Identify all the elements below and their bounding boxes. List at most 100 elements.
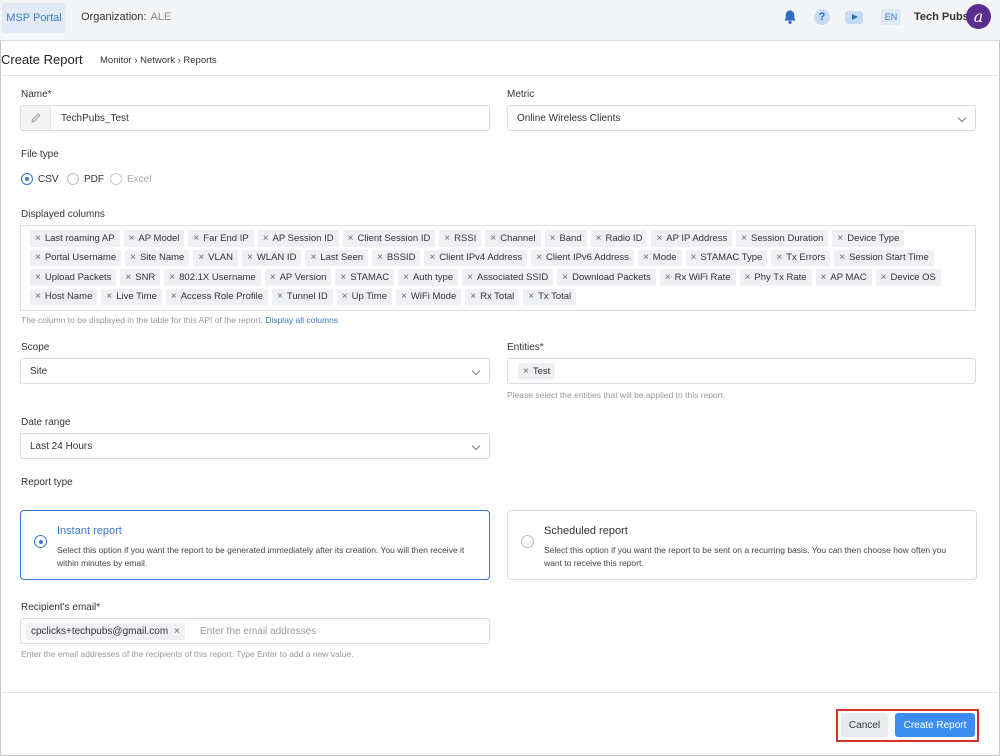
email-placeholder: Enter the email addresses bbox=[200, 626, 317, 637]
tag-remove-icon[interactable]: × bbox=[342, 291, 348, 302]
tag-remove-icon[interactable]: × bbox=[523, 366, 529, 377]
column-tag-label: AP Model bbox=[138, 232, 180, 244]
column-tag-label: Device OS bbox=[890, 271, 936, 283]
tag-remove-icon[interactable]: × bbox=[444, 233, 450, 244]
tag-remove-icon[interactable]: × bbox=[550, 233, 556, 244]
metric-label: Metric bbox=[507, 89, 535, 100]
help-icon[interactable]: ? bbox=[814, 9, 830, 25]
tag-remove-icon[interactable]: × bbox=[35, 291, 41, 302]
column-tag: × WLAN ID bbox=[242, 249, 302, 266]
filetype-excel-label: Excel bbox=[127, 173, 152, 185]
tag-remove-icon[interactable]: × bbox=[270, 272, 276, 283]
name-input[interactable]: TechPubs_Test bbox=[20, 105, 490, 131]
tag-remove-icon[interactable]: × bbox=[745, 272, 751, 283]
breadcrumb[interactable]: Monitor › Network › Reports bbox=[100, 55, 217, 66]
tag-remove-icon[interactable]: × bbox=[837, 233, 843, 244]
column-tag: × Download Packets bbox=[557, 269, 656, 286]
tag-remove-icon[interactable]: × bbox=[263, 233, 269, 244]
column-tag-label: BSSID bbox=[386, 252, 416, 264]
column-tag-label: Portal Username bbox=[44, 252, 117, 264]
tag-remove-icon[interactable]: × bbox=[881, 272, 887, 283]
tag-remove-icon[interactable]: × bbox=[35, 272, 41, 283]
tag-remove-icon[interactable]: × bbox=[171, 291, 177, 302]
column-tag: × Host Name bbox=[30, 288, 98, 305]
tag-remove-icon[interactable]: × bbox=[129, 233, 135, 244]
entities-multiselect[interactable]: × Test bbox=[507, 358, 976, 384]
tag-remove-icon[interactable]: × bbox=[35, 252, 41, 263]
tag-remove-icon[interactable]: × bbox=[490, 233, 496, 244]
tag-remove-icon[interactable]: × bbox=[596, 233, 602, 244]
tag-remove-icon[interactable]: × bbox=[741, 233, 747, 244]
tag-remove-icon[interactable]: × bbox=[35, 233, 41, 244]
column-tag-label: Rx WiFi Rate bbox=[674, 271, 731, 283]
video-icon[interactable] bbox=[845, 11, 863, 24]
tag-remove-icon[interactable]: × bbox=[340, 272, 346, 283]
tag-remove-icon[interactable]: × bbox=[169, 272, 175, 283]
instant-report-title: Instant report bbox=[57, 525, 122, 537]
column-tag-label: Upload Packets bbox=[44, 271, 112, 283]
tag-remove-icon[interactable]: × bbox=[528, 291, 534, 302]
tag-remove-icon[interactable]: × bbox=[247, 252, 253, 263]
column-tag: × Client Session ID bbox=[342, 230, 436, 247]
bell-icon[interactable] bbox=[782, 9, 798, 25]
metric-select[interactable]: Online Wireless Clients bbox=[507, 105, 976, 131]
tag-remove-icon[interactable]: × bbox=[377, 252, 383, 263]
tag-remove-icon[interactable]: × bbox=[467, 272, 473, 283]
tag-remove-icon[interactable]: × bbox=[193, 233, 199, 244]
column-tag: × RSSI bbox=[439, 230, 482, 247]
display-all-columns-link[interactable]: Display all columns bbox=[265, 315, 338, 325]
tag-remove-icon[interactable]: × bbox=[821, 272, 827, 283]
daterange-select[interactable]: Last 24 Hours bbox=[20, 433, 490, 459]
tag-remove-icon[interactable]: × bbox=[130, 252, 136, 263]
tag-remove-icon[interactable]: × bbox=[310, 252, 316, 263]
column-tag: × BSSID bbox=[372, 249, 421, 266]
email-label: Recipient's email* bbox=[21, 602, 101, 613]
create-report-button[interactable]: Create Report bbox=[895, 713, 975, 737]
column-tag-label: Host Name bbox=[44, 291, 93, 303]
radio-disabled-icon bbox=[110, 173, 122, 185]
email-chip-remove-icon[interactable]: × bbox=[174, 626, 180, 637]
daterange-label: Date range bbox=[21, 417, 71, 428]
scope-select[interactable]: Site bbox=[20, 358, 490, 384]
scheduled-report-card[interactable]: Scheduled report Select this option if y… bbox=[507, 510, 977, 580]
column-tag-label: Last Seen bbox=[320, 252, 364, 264]
tag-remove-icon[interactable]: × bbox=[403, 272, 409, 283]
tag-remove-icon[interactable]: × bbox=[470, 291, 476, 302]
columns-multiselect[interactable]: × Last roaming AP × AP Model × Far End IP × AP … bbox=[20, 225, 976, 311]
column-tag-label: STAMAC bbox=[350, 271, 390, 283]
filetype-csv-radio[interactable]: CSV bbox=[21, 173, 59, 185]
filetype-excel-radio: Excel bbox=[110, 173, 151, 185]
tag-remove-icon[interactable]: × bbox=[656, 233, 662, 244]
user-name[interactable]: Tech Pubs bbox=[914, 11, 969, 23]
metric-value: Online Wireless Clients bbox=[517, 113, 621, 124]
tag-remove-icon[interactable]: × bbox=[665, 272, 671, 283]
column-tag: × Access Role Profile bbox=[165, 288, 269, 305]
tag-remove-icon[interactable]: × bbox=[198, 252, 204, 263]
organization-selector[interactable]: Organization: ALE bbox=[81, 11, 171, 23]
tag-remove-icon[interactable]: × bbox=[776, 252, 782, 263]
tag-remove-icon[interactable]: × bbox=[643, 252, 649, 263]
filetype-pdf-radio[interactable]: PDF bbox=[67, 173, 104, 185]
header-divider bbox=[0, 75, 1000, 76]
column-tag: × AP IP Address bbox=[651, 230, 733, 247]
tag-remove-icon[interactable]: × bbox=[536, 252, 542, 263]
tag-remove-icon[interactable]: × bbox=[125, 272, 131, 283]
column-tag-label: AP Session ID bbox=[272, 232, 334, 244]
columns-label: Displayed columns bbox=[21, 209, 105, 220]
instant-report-card[interactable]: Instant report Select this option if you… bbox=[20, 510, 490, 580]
tag-remove-icon[interactable]: × bbox=[429, 252, 435, 263]
column-tag: × Client IPv6 Address bbox=[531, 249, 634, 266]
column-tag: × Portal Username bbox=[30, 249, 122, 266]
msp-portal-button[interactable]: MSP Portal bbox=[2, 3, 66, 33]
tag-remove-icon[interactable]: × bbox=[106, 291, 112, 302]
cancel-button[interactable]: Cancel bbox=[841, 713, 888, 737]
tag-remove-icon[interactable]: × bbox=[839, 252, 845, 263]
email-input[interactable]: cpclicks+techpubs@gmail.com × Enter the … bbox=[20, 618, 490, 644]
tag-remove-icon[interactable]: × bbox=[277, 291, 283, 302]
tag-remove-icon[interactable]: × bbox=[562, 272, 568, 283]
scope-label: Scope bbox=[21, 342, 50, 353]
tag-remove-icon[interactable]: × bbox=[401, 291, 407, 302]
language-selector[interactable]: EN bbox=[881, 9, 901, 25]
tag-remove-icon[interactable]: × bbox=[348, 233, 354, 244]
tag-remove-icon[interactable]: × bbox=[691, 252, 697, 263]
